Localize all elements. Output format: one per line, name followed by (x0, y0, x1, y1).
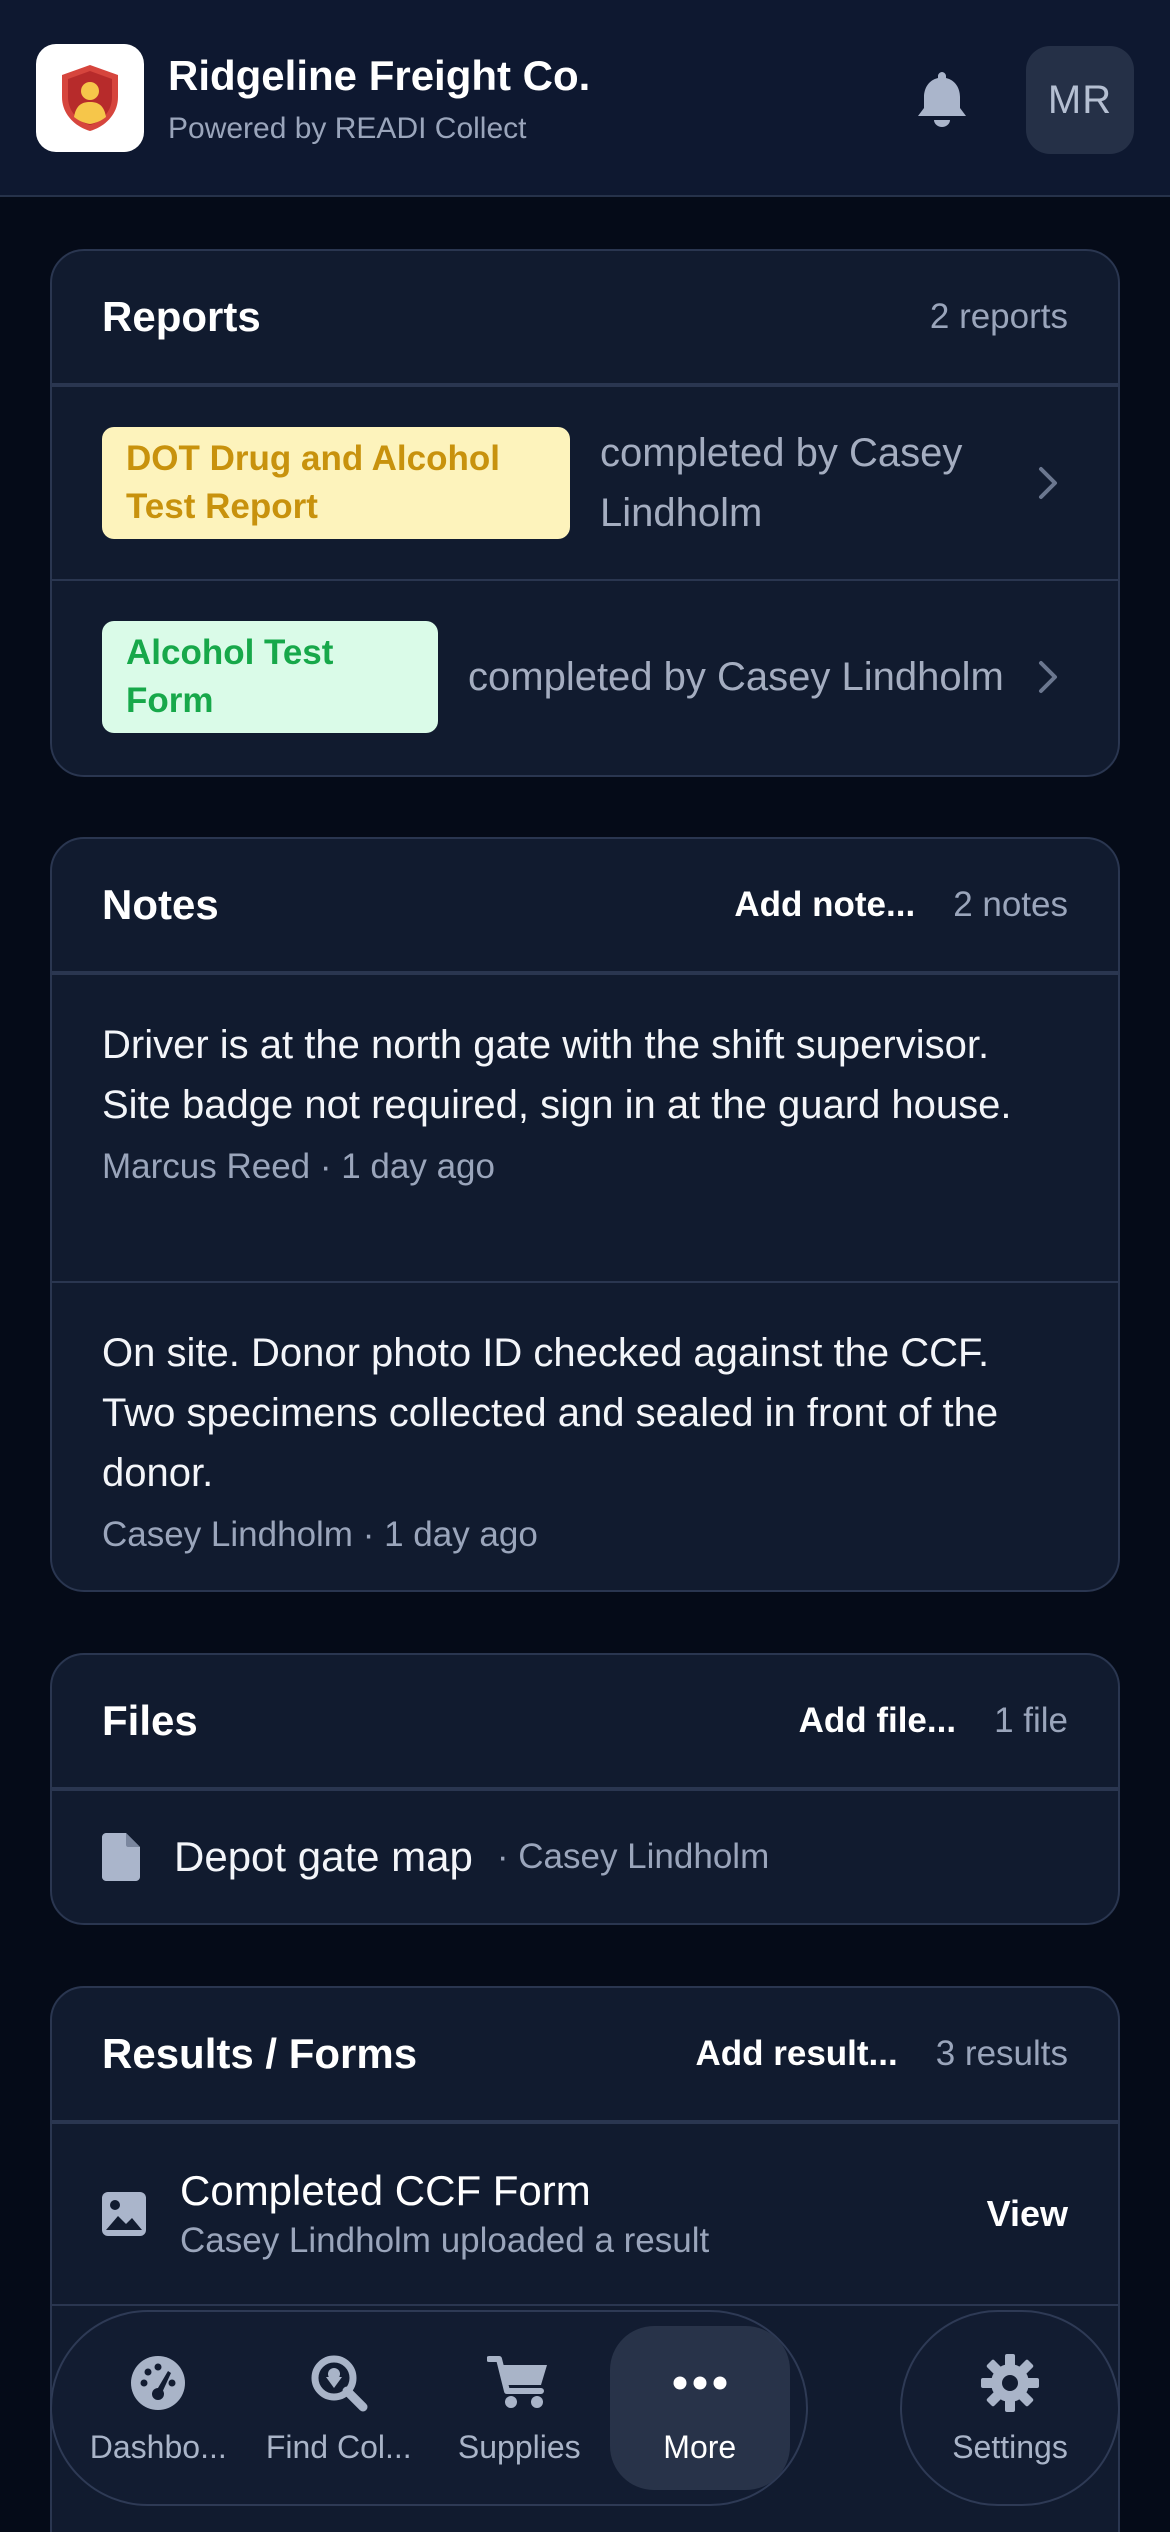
add-result-button[interactable]: Add result... (695, 2034, 897, 2074)
nav-label: Find Col... (265, 2428, 412, 2465)
files-card: Files Add file... 1 file Depot gate map … (50, 1653, 1120, 1925)
bottom-nav: Dashbo... Find Col... Supplies More (50, 2310, 808, 2506)
note-item: Driver is at the north gate with the shi… (52, 973, 1118, 1281)
reports-title: Reports (102, 293, 261, 340)
reports-header: Reports 2 reports (52, 251, 1118, 385)
notes-header: Notes Add note... 2 notes (52, 839, 1118, 973)
nav-find-collector[interactable]: Find Col... (249, 2326, 430, 2490)
files-header: Files Add file... 1 file (52, 1655, 1118, 1789)
gauge-icon (131, 2355, 186, 2410)
results-count: 3 results (935, 2034, 1068, 2073)
report-row[interactable]: Alcohol Test Form completed by Casey Lin… (52, 579, 1118, 773)
note-text: Driver is at the north gate with the shi… (102, 1023, 1012, 1127)
image-icon (102, 2192, 146, 2236)
company-logo[interactable] (36, 44, 144, 152)
nav-label: More (663, 2428, 737, 2465)
app-header: Ridgeline Freight Co. Powered by READI C… (0, 0, 1170, 197)
result-body: Completed CCF Form Casey Lindholm upload… (180, 2167, 987, 2261)
report-completed-by: completed by Casey Lindholm (468, 655, 1004, 699)
gear-icon (981, 2353, 1039, 2412)
file-item[interactable]: Depot gate map · Casey Lindholm (52, 1789, 1118, 1923)
note-meta: Casey Lindholm · 1 day ago (102, 1515, 538, 1554)
file-uploader: · Casey Lindholm (496, 1837, 770, 1876)
add-file-button[interactable]: Add file... (799, 1701, 957, 1741)
search-location-icon (311, 2355, 368, 2411)
result-title: Completed CCF Form (180, 2167, 591, 2214)
shield-person-logo-icon (62, 65, 118, 131)
file-name: Depot gate map (174, 1833, 473, 1880)
report-type-badge: DOT Drug and Alcohol Test Report (102, 427, 570, 539)
nav-more[interactable]: More (609, 2326, 790, 2490)
chevron-right-icon (1028, 657, 1068, 697)
chevron-right-icon (1028, 463, 1068, 503)
ellipsis-icon (673, 2376, 727, 2389)
user-avatar[interactable]: MR (1026, 46, 1134, 154)
results-header: Results / Forms Add result... 3 results (52, 1988, 1118, 2122)
document-icon (102, 1833, 140, 1881)
report-completed-by: completed by Casey Lindholm (600, 431, 963, 535)
notes-title: Notes (102, 881, 219, 928)
nav-dashboard[interactable]: Dashbo... (68, 2326, 249, 2490)
nav-supplies[interactable]: Supplies (429, 2326, 610, 2490)
notes-card: Notes Add note... 2 notes Driver is at t… (50, 837, 1120, 1592)
report-row[interactable]: DOT Drug and Alcohol Test Report complet… (52, 385, 1118, 579)
nav-label: Dashbo... (89, 2428, 227, 2465)
nav-settings[interactable]: Settings (900, 2310, 1120, 2506)
result-item[interactable]: Completed CCF Form Casey Lindholm upload… (52, 2122, 1118, 2304)
note-meta: Marcus Reed · 1 day ago (102, 1147, 495, 1186)
add-note-button[interactable]: Add note... (734, 885, 915, 925)
bell-icon (918, 72, 966, 127)
reports-card: Reports 2 reports DOT Drug and Alcohol T… (50, 249, 1120, 777)
result-subtitle: Casey Lindholm uploaded a result (180, 2221, 710, 2260)
view-result-button[interactable]: View (987, 2193, 1068, 2235)
powered-by-label: Powered by READI Collect (168, 112, 527, 145)
company-name: Ridgeline Freight Co. (168, 52, 591, 99)
notes-count: 2 notes (953, 885, 1068, 924)
nav-label: Settings (952, 2428, 1068, 2465)
notifications-button[interactable] (910, 64, 974, 134)
cart-icon (487, 2355, 548, 2408)
nav-label: Supplies (457, 2428, 581, 2465)
report-type-badge: Alcohol Test Form (102, 621, 438, 733)
reports-count: 2 reports (929, 297, 1068, 336)
results-title: Results / Forms (102, 2030, 418, 2077)
files-title: Files (102, 1697, 198, 1744)
note-text: On site. Donor photo ID checked against … (102, 1331, 999, 1495)
files-count: 1 file (994, 1701, 1068, 1740)
note-item: On site. Donor photo ID checked against … (52, 1281, 1118, 1590)
